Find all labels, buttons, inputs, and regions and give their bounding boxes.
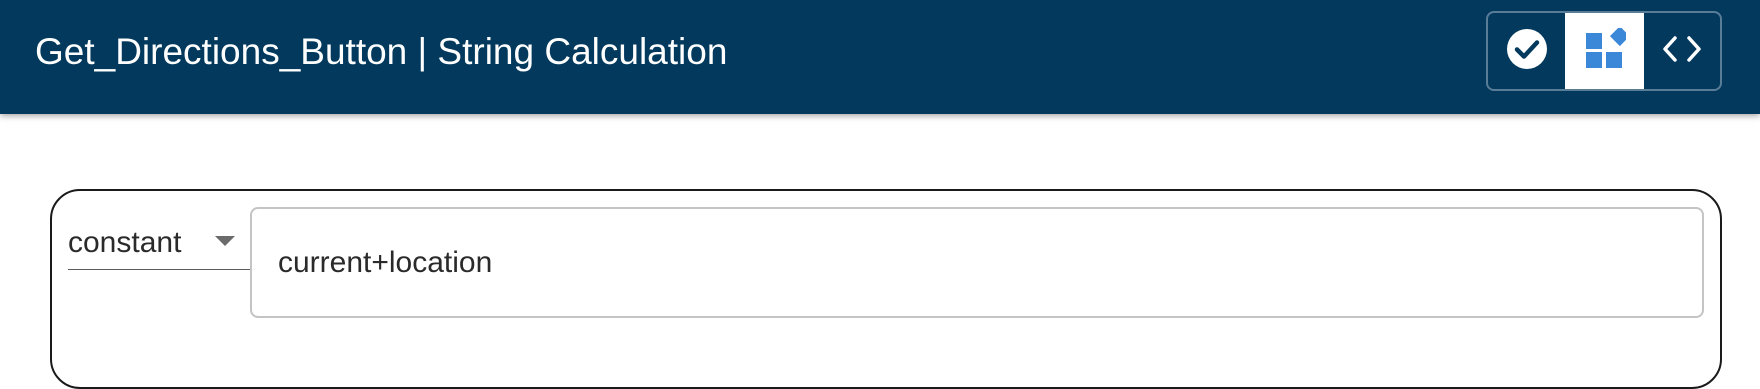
view-toggle-group	[1486, 11, 1722, 91]
chevron-down-icon	[215, 236, 235, 246]
constant-value-input[interactable]: current+location	[250, 207, 1704, 318]
value-type-selected: constant	[68, 225, 182, 259]
top-header-bar: Get_Directions_Button | String Calculati…	[0, 0, 1760, 114]
page-title: Get_Directions_Button | String Calculati…	[35, 31, 728, 72]
check-circle-icon	[1505, 27, 1549, 76]
value-type-select[interactable]: constant	[68, 216, 250, 270]
validate-view-button[interactable]	[1488, 13, 1565, 89]
code-view-button[interactable]	[1642, 13, 1720, 89]
code-icon	[1660, 34, 1704, 69]
blocks-view-button[interactable]	[1565, 13, 1643, 89]
blocks-icon	[1584, 25, 1630, 75]
